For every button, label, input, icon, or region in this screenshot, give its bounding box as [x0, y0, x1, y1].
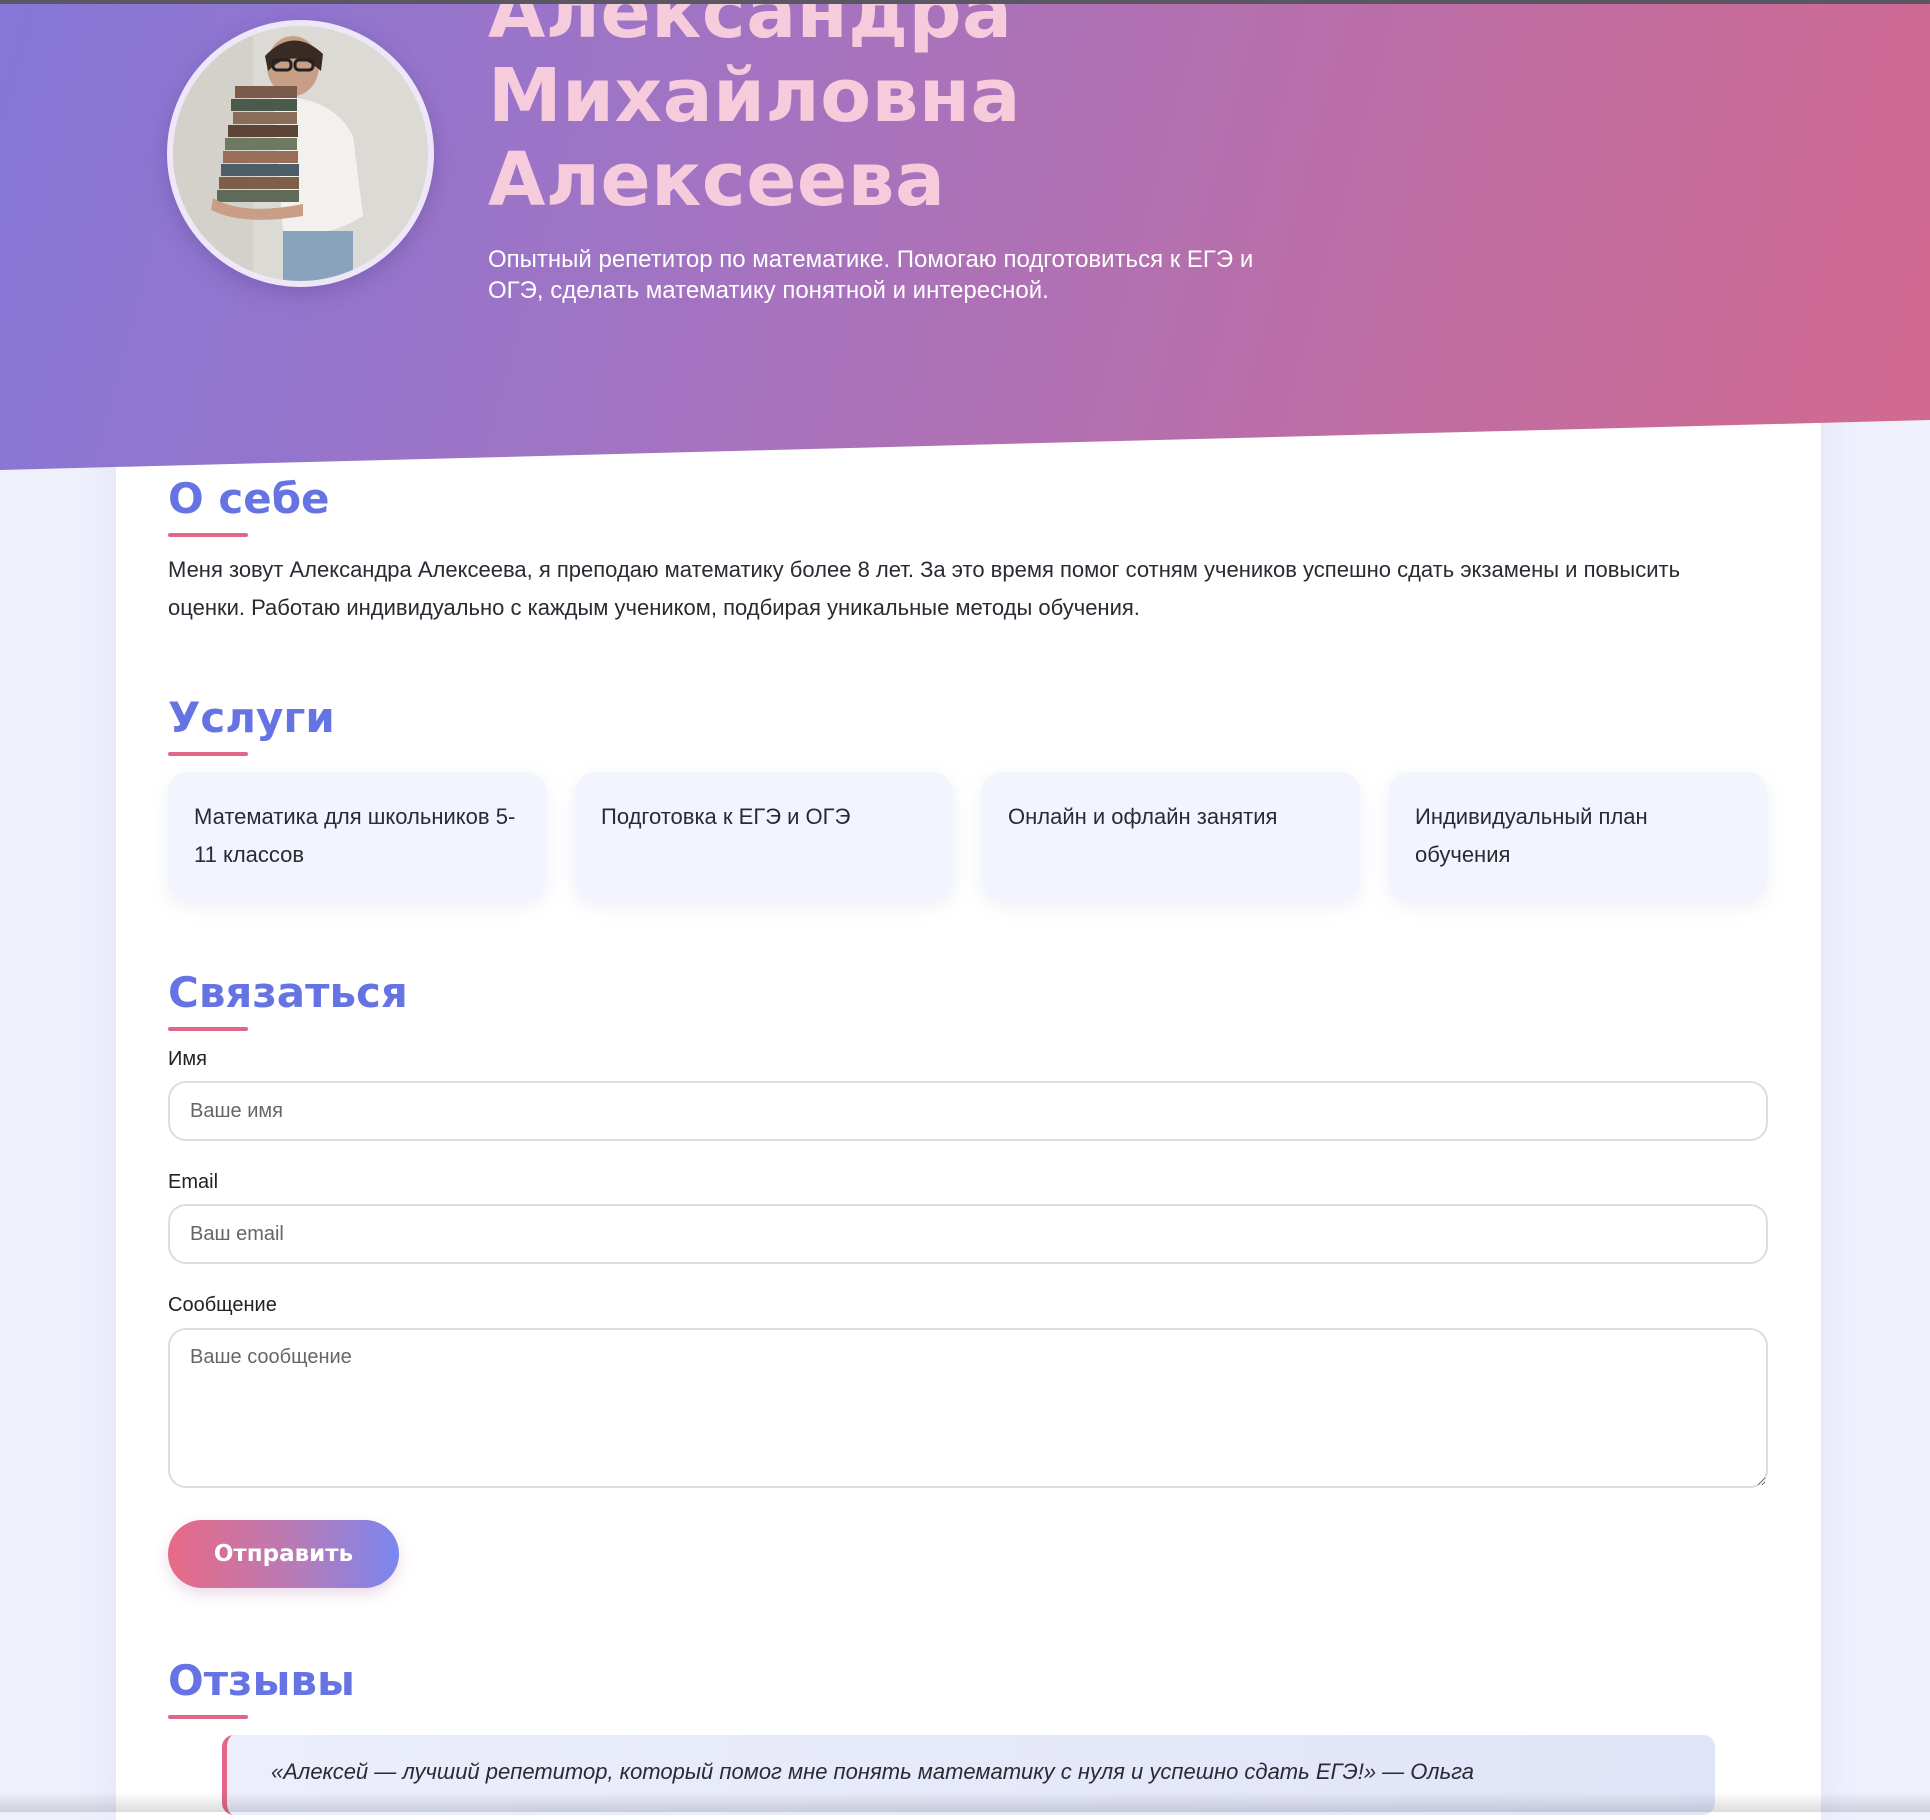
- tutor-name-last: Алексеева: [488, 137, 946, 223]
- services-title-underline: [168, 752, 248, 756]
- contact-title-underline: [168, 1027, 248, 1031]
- review-text: «Алексей — лучший репетитор, который пом…: [271, 1759, 1474, 1784]
- tutor-name-first: Александра: [488, 0, 1013, 55]
- service-card-label: Индивидуальный план обучения: [1415, 804, 1648, 867]
- service-card-online-offline: Онлайн и офлайн занятия: [982, 772, 1360, 900]
- tutor-avatar: [167, 20, 434, 287]
- service-card-individual-plan: Индивидуальный план обучения: [1389, 772, 1767, 900]
- about-title-underline: [168, 533, 248, 537]
- message-field[interactable]: [168, 1328, 1768, 1488]
- tutor-name: Александра Михайловна Алексеева: [488, 0, 1288, 222]
- email-field-label: Email: [168, 1171, 219, 1193]
- message-field-label: Сообщение: [168, 1294, 277, 1316]
- about-text: Меня зовут Александра Алексеева, я препо…: [168, 557, 1681, 620]
- name-field[interactable]: [168, 1081, 1768, 1141]
- services-title: Услуги: [168, 693, 335, 742]
- tutor-photo-illustration: [173, 26, 428, 281]
- reviews-title-underline: [168, 1715, 248, 1719]
- reviews-title: Отзывы: [168, 1656, 355, 1705]
- service-card-school-math: Математика для школьников 5-11 классов: [168, 772, 546, 900]
- service-card-label: Подготовка к ЕГЭ и ОГЭ: [601, 804, 851, 829]
- submit-button[interactable]: Отправить: [168, 1520, 399, 1588]
- service-card-label: Математика для школьников 5-11 классов: [194, 804, 516, 867]
- service-card-exam-prep: Подготовка к ЕГЭ и ОГЭ: [575, 772, 953, 900]
- tutor-name-patronymic: Михайловна: [488, 53, 1021, 139]
- review-item: «Алексей — лучший репетитор, который пом…: [222, 1735, 1715, 1815]
- about-title: О себе: [168, 474, 330, 523]
- service-card-label: Онлайн и офлайн занятия: [1008, 804, 1278, 829]
- email-field[interactable]: [168, 1204, 1768, 1264]
- name-field-label: Имя: [168, 1048, 207, 1070]
- contact-title: Связаться: [168, 968, 408, 1017]
- browser-top-edge: [0, 0, 1930, 4]
- hero-subtitle: Опытный репетитор по математике. Помогаю…: [488, 246, 1254, 304]
